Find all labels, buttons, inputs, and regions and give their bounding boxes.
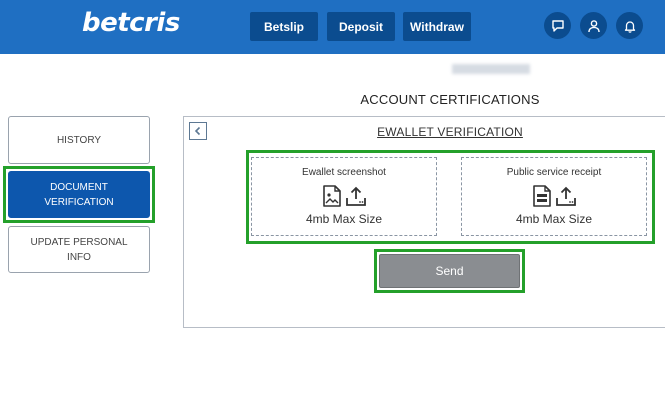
upload-icon (555, 186, 576, 206)
upload-ewallet-screenshot[interactable]: Ewallet screenshot 4mb Max Size (251, 157, 437, 236)
upload-icon (345, 186, 366, 206)
sidebar-item-label: UPDATE PERSONAL INFO (30, 236, 128, 263)
upload-max-size: 4mb Max Size (515, 212, 593, 226)
panel-title: EWALLET VERIFICATION (377, 125, 523, 139)
upload-max-size: 4mb Max Size (305, 212, 383, 226)
page-title: ACCOUNT CERTIFICATIONS (360, 92, 540, 107)
user-icon[interactable] (580, 12, 607, 39)
sidebar-item-document-verification[interactable]: DOCUMENT VERIFICATION (8, 171, 150, 218)
upload-label: Public service receipt (506, 167, 602, 178)
send-button[interactable]: Send (379, 254, 520, 288)
deposit-button[interactable]: Deposit (327, 12, 395, 41)
betslip-button[interactable]: Betslip (250, 12, 318, 41)
chevron-left-icon (194, 126, 201, 136)
betcris-logo[interactable]: betcris (82, 8, 180, 38)
sidebar-item-label: DOCUMENT VERIFICATION (44, 181, 114, 208)
image-file-icon (322, 185, 341, 207)
chat-icon[interactable] (544, 12, 571, 39)
top-bar: betcris Betslip Deposit Withdraw (0, 0, 665, 54)
bell-icon[interactable] (616, 12, 643, 39)
upload-public-service-receipt[interactable]: Public service receipt 4mb Max Size (461, 157, 647, 236)
upload-label: Ewallet screenshot (302, 167, 386, 178)
sidebar-item-label: HISTORY (56, 134, 102, 146)
sidebar-item-history[interactable]: HISTORY (8, 116, 150, 164)
sidebar-item-update-personal-info[interactable]: UPDATE PERSONAL INFO (8, 226, 150, 273)
username-blurred: ●●●●● ●●●●● (452, 64, 530, 74)
document-file-icon (532, 185, 551, 207)
back-button[interactable] (189, 122, 207, 140)
withdraw-button[interactable]: Withdraw (403, 12, 471, 41)
